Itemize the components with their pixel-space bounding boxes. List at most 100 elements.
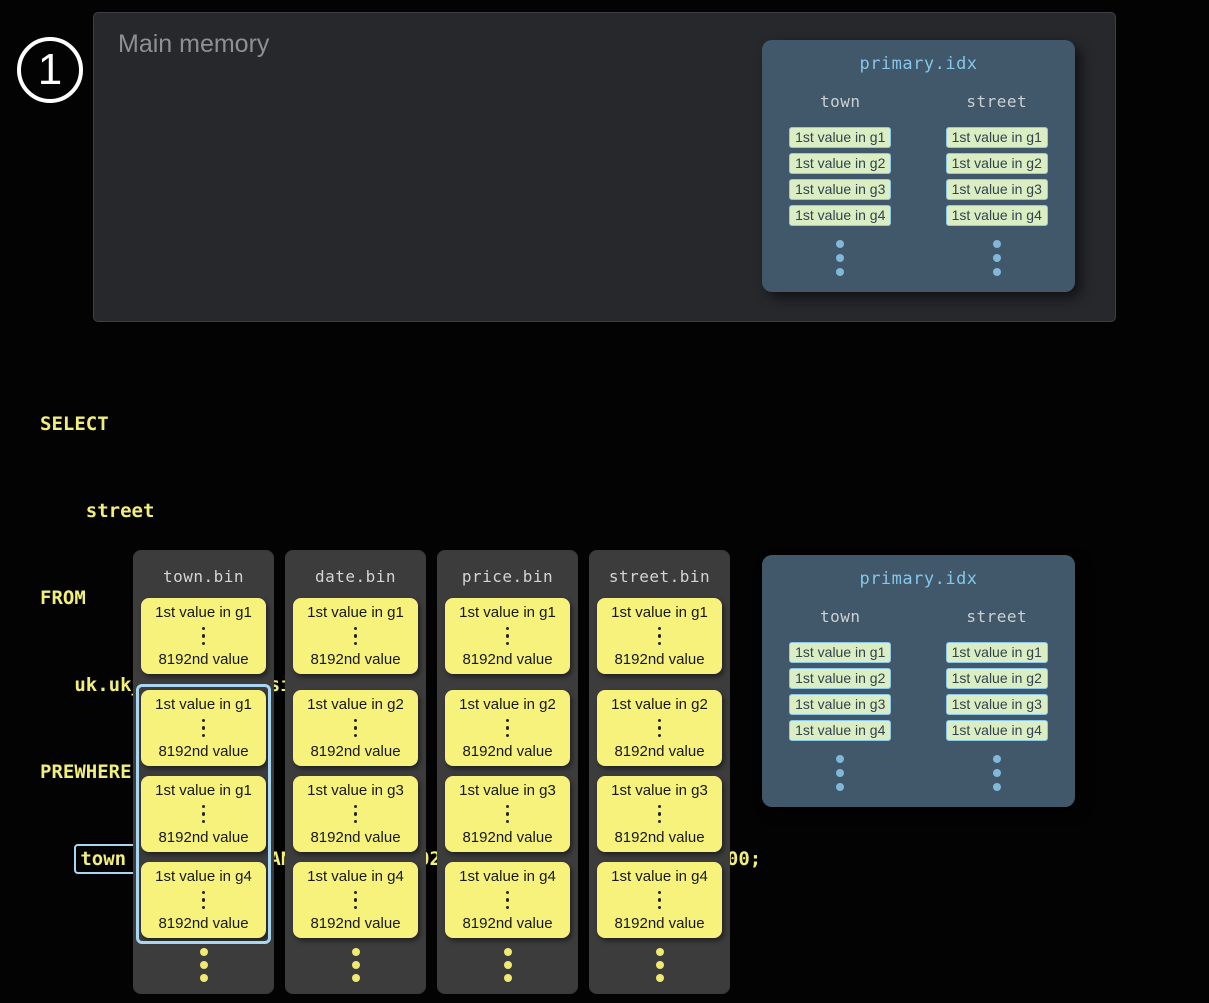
idx-entry: 1st value in g1 bbox=[789, 127, 891, 148]
granule-first-value: 1st value in g1 bbox=[307, 604, 404, 621]
granule-last-value: 8192nd value bbox=[158, 829, 248, 846]
granule-ellipsis-icon bbox=[354, 805, 358, 824]
ellipsis-dots-icon bbox=[836, 755, 844, 791]
granule-first-value: 1st value in g4 bbox=[155, 868, 252, 885]
idx-entry: 1st value in g3 bbox=[946, 179, 1048, 200]
idx-entry-list: 1st value in g1 1st value in g2 1st valu… bbox=[789, 127, 891, 226]
bin-column-header: date.bin bbox=[285, 550, 426, 586]
granule-last-value: 8192nd value bbox=[462, 651, 552, 668]
granule-last-value: 8192nd value bbox=[310, 829, 400, 846]
granule-ellipsis-icon bbox=[202, 719, 206, 738]
granule-block: 1st value in g3 8192nd value bbox=[445, 776, 570, 852]
idx-column-header: street bbox=[966, 607, 1027, 626]
granule-last-value: 8192nd value bbox=[158, 915, 248, 932]
granule-first-value: 1st value in g4 bbox=[611, 868, 708, 885]
idx-title: primary.idx bbox=[762, 569, 1075, 589]
granule-block: 1st value in g1 8192nd value bbox=[445, 598, 570, 674]
granule-last-value: 8192nd value bbox=[462, 743, 552, 760]
granule-block: 1st value in g1 8192nd value bbox=[293, 598, 418, 674]
idx-entry: 1st value in g4 bbox=[946, 720, 1048, 741]
granule-last-value: 8192nd value bbox=[614, 915, 704, 932]
idx-entry-list: 1st value in g1 1st value in g2 1st valu… bbox=[946, 642, 1048, 741]
granule-ellipsis-icon bbox=[202, 627, 206, 646]
granule-first-value: 1st value in g1 bbox=[155, 696, 252, 713]
idx-columns: town 1st value in g1 1st value in g2 1st… bbox=[762, 92, 1075, 276]
granule-first-value: 1st value in g2 bbox=[459, 696, 556, 713]
granule-last-value: 8192nd value bbox=[462, 915, 552, 932]
idx-entry: 1st value in g3 bbox=[789, 179, 891, 200]
idx-entry: 1st value in g4 bbox=[789, 720, 891, 741]
granule-last-value: 8192nd value bbox=[158, 743, 248, 760]
idx-title: primary.idx bbox=[762, 54, 1075, 74]
primary-idx-panel-main-memory: primary.idx town 1st value in g1 1st val… bbox=[762, 40, 1075, 292]
column-ellipsis-icon bbox=[437, 948, 578, 982]
granule-last-value: 8192nd value bbox=[462, 829, 552, 846]
step-number: 1 bbox=[38, 45, 62, 95]
diagram-canvas: 1 Main memory primary.idx town 1st value… bbox=[0, 0, 1209, 1003]
granule-last-value: 8192nd value bbox=[310, 915, 400, 932]
column-ellipsis-icon bbox=[285, 948, 426, 982]
idx-column-street: street 1st value in g1 1st value in g2 1… bbox=[919, 92, 1076, 276]
granule-first-value: 1st value in g1 bbox=[611, 604, 708, 621]
bin-column-header: price.bin bbox=[437, 550, 578, 586]
granule-first-value: 1st value in g1 bbox=[155, 782, 252, 799]
granule-ellipsis-icon bbox=[202, 891, 206, 910]
column-ellipsis-icon bbox=[133, 948, 274, 982]
idx-entry: 1st value in g3 bbox=[789, 694, 891, 715]
granule-first-value: 1st value in g2 bbox=[611, 696, 708, 713]
granule-ellipsis-icon bbox=[658, 805, 662, 824]
idx-column-header: town bbox=[820, 92, 861, 111]
granule-block: 1st value in g2 8192nd value bbox=[293, 690, 418, 766]
granule-ellipsis-icon bbox=[202, 805, 206, 824]
idx-entry: 1st value in g2 bbox=[946, 153, 1048, 174]
granule-first-value: 1st value in g4 bbox=[307, 868, 404, 885]
granule-ellipsis-icon bbox=[506, 627, 510, 646]
idx-entry: 1st value in g3 bbox=[946, 694, 1048, 715]
granule-last-value: 8192nd value bbox=[614, 829, 704, 846]
granule-block: 1st value in g2 8192nd value bbox=[597, 690, 722, 766]
granule-block: 1st value in g1 8192nd value bbox=[597, 598, 722, 674]
primary-idx-panel-bottom: primary.idx town 1st value in g1 1st val… bbox=[762, 555, 1075, 807]
idx-column-header: street bbox=[966, 92, 1027, 111]
idx-entry: 1st value in g1 bbox=[946, 127, 1048, 148]
granule-first-value: 1st value in g3 bbox=[459, 782, 556, 799]
main-memory-title: Main memory bbox=[118, 30, 269, 59]
granule-block: 1st value in g1 8192nd value bbox=[141, 776, 266, 852]
idx-entry-list: 1st value in g1 1st value in g2 1st valu… bbox=[946, 127, 1048, 226]
idx-column-header: town bbox=[820, 607, 861, 626]
granule-first-value: 1st value in g2 bbox=[307, 696, 404, 713]
granule-ellipsis-icon bbox=[354, 627, 358, 646]
idx-column-town: town 1st value in g1 1st value in g2 1st… bbox=[762, 607, 919, 791]
granule-last-value: 8192nd value bbox=[310, 743, 400, 760]
idx-column-town: town 1st value in g1 1st value in g2 1st… bbox=[762, 92, 919, 276]
granule-block: 1st value in g1 8192nd value bbox=[141, 690, 266, 766]
step-number-badge: 1 bbox=[17, 37, 83, 103]
idx-entry: 1st value in g1 bbox=[946, 642, 1048, 663]
granule-last-value: 8192nd value bbox=[614, 743, 704, 760]
bin-column-date: date.bin 1st value in g1 8192nd value 1s… bbox=[285, 550, 426, 994]
idx-columns: town 1st value in g1 1st value in g2 1st… bbox=[762, 607, 1075, 791]
granule-ellipsis-icon bbox=[354, 719, 358, 738]
granule-ellipsis-icon bbox=[506, 719, 510, 738]
ellipsis-dots-icon bbox=[836, 240, 844, 276]
granule-block: 1st value in g1 8192nd value bbox=[141, 598, 266, 674]
sql-indent bbox=[40, 848, 74, 870]
granule-ellipsis-icon bbox=[658, 627, 662, 646]
idx-entry-list: 1st value in g1 1st value in g2 1st valu… bbox=[789, 642, 891, 741]
sql-line: street bbox=[40, 497, 761, 526]
granule-last-value: 8192nd value bbox=[310, 651, 400, 668]
idx-column-street: street 1st value in g1 1st value in g2 1… bbox=[919, 607, 1076, 791]
idx-entry: 1st value in g2 bbox=[789, 153, 891, 174]
granule-first-value: 1st value in g3 bbox=[307, 782, 404, 799]
granule-first-value: 1st value in g1 bbox=[459, 604, 556, 621]
bin-column-header: town.bin bbox=[133, 550, 274, 586]
granule-ellipsis-icon bbox=[658, 719, 662, 738]
granule-first-value: 1st value in g4 bbox=[459, 868, 556, 885]
ellipsis-dots-icon bbox=[993, 755, 1001, 791]
granule-block: 1st value in g3 8192nd value bbox=[597, 776, 722, 852]
bin-column-street: street.bin 1st value in g1 8192nd value … bbox=[589, 550, 730, 994]
bin-column-town: town.bin 1st value in g1 8192nd value 1s… bbox=[133, 550, 274, 994]
column-ellipsis-icon bbox=[589, 948, 730, 982]
ellipsis-dots-icon bbox=[993, 240, 1001, 276]
idx-entry: 1st value in g4 bbox=[789, 205, 891, 226]
